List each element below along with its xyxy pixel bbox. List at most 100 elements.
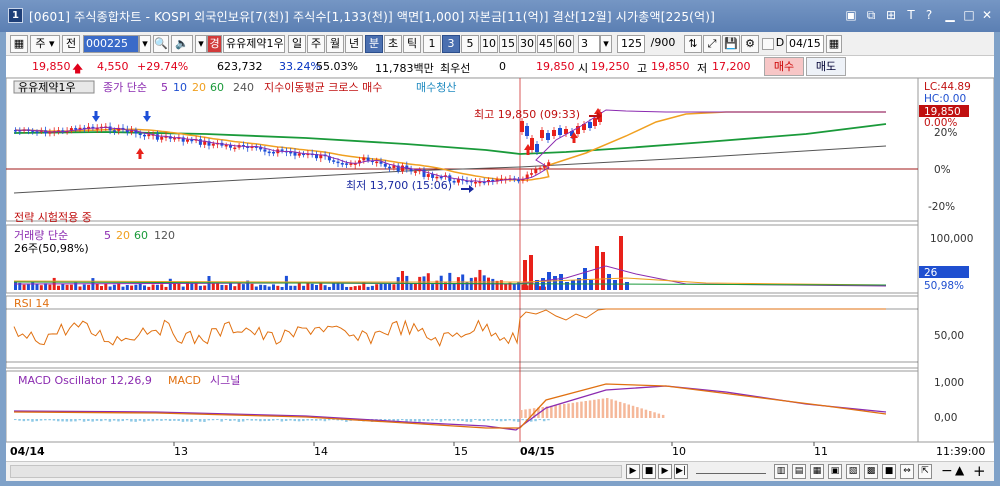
interval-dropdown-icon[interactable]: ▾ (600, 35, 612, 53)
layout-icon[interactable]: ▤ (792, 464, 806, 479)
compare-icon[interactable]: ▥ (774, 464, 788, 479)
period-day-button[interactable]: 일 (288, 35, 306, 53)
interval-button-45[interactable]: 45 (537, 35, 555, 53)
chart-type-icon[interactable]: ▦ (10, 35, 28, 53)
macd-oscillator-bar (138, 419, 142, 421)
x-label-0415: 04/15 (520, 445, 555, 458)
window-copy-icon[interactable]: ⧉ (863, 7, 879, 23)
period-year-button[interactable]: 년 (345, 35, 363, 53)
rsi-pane[interactable] (6, 295, 919, 369)
stock-code-input[interactable]: 000225 (83, 35, 139, 53)
speaker-dropdown-icon[interactable]: ▾ (195, 35, 207, 53)
chart-area[interactable]: 유유제약1우 종가 단순 5 10 20 60 240 지수이동평균 크로스 매… (6, 78, 994, 461)
save-icon[interactable]: 💾 (722, 35, 740, 53)
window-pin-icon[interactable]: ⊞ (883, 7, 899, 23)
candle-body (546, 133, 550, 140)
speaker-icon[interactable]: 🔈 (171, 35, 193, 53)
zoom-slider[interactable] (696, 468, 766, 474)
macd-oscillator-bar (452, 419, 456, 421)
play-icon[interactable]: ▶ (658, 464, 672, 479)
stop-icon[interactable]: ■ (642, 464, 656, 479)
window-icon[interactable]: ▣ (828, 464, 842, 479)
interval-button-3[interactable]: 3 (442, 35, 460, 53)
main-select[interactable]: 주 ▾ (30, 35, 60, 53)
interval-button-15[interactable]: 15 (499, 35, 517, 53)
candle-body (439, 176, 443, 179)
end-icon[interactable]: ▶| (674, 464, 688, 479)
macd-oscillator-bar (241, 419, 245, 422)
chart-tool-icon-2[interactable]: ⤢ (703, 35, 721, 53)
window-close-icon[interactable]: ✕ (979, 7, 995, 23)
window-text-icon[interactable]: T (903, 7, 919, 23)
interval-value-input[interactable]: 3 (578, 35, 600, 53)
volume-bar (353, 286, 357, 290)
volume-bar (190, 283, 194, 290)
macd-oscillator-bar (319, 419, 322, 421)
search-icon[interactable]: 🔍 (153, 35, 169, 53)
calendar-icon[interactable]: ▦ (826, 35, 842, 53)
settings-gear-icon[interactable]: ⚙ (741, 35, 759, 53)
price-pane[interactable] (6, 78, 919, 222)
stock-code-dropdown-icon[interactable]: ▾ (139, 35, 151, 53)
candle-body (349, 163, 353, 165)
volume-bar (293, 285, 297, 290)
interval-button-1[interactable]: 1 (423, 35, 441, 53)
volume-bar (100, 285, 103, 290)
split-icon[interactable]: ▧ (846, 464, 860, 479)
volume-bar (233, 286, 237, 290)
zoom-out-icon[interactable]: − (941, 463, 953, 479)
candle-body (74, 128, 78, 130)
chart-tool-icon-1[interactable]: ⇅ (684, 35, 702, 53)
volume-bar (130, 285, 134, 290)
candle-body (388, 166, 392, 169)
volume-bar (224, 285, 228, 290)
high-price: 19,850 (651, 60, 690, 73)
candle-body (336, 161, 340, 164)
macd-oscillator-bar (618, 401, 622, 418)
sell-button[interactable]: 매도 (806, 57, 846, 76)
macd-oscillator-bar (211, 419, 215, 421)
prev-button[interactable]: 전 (62, 35, 80, 53)
period-minute-button[interactable]: 분 (365, 35, 383, 53)
date-checkbox[interactable] (762, 38, 774, 50)
ma-period-5: 5 (161, 81, 168, 94)
expand-icon[interactable]: ⇱ (918, 464, 932, 479)
interval-button-10[interactable]: 10 (480, 35, 498, 53)
zoom-value-icon[interactable]: ▲ (955, 463, 964, 477)
window-link-icon[interactable]: ▣ (843, 7, 859, 23)
window-maximize-icon[interactable]: □ (961, 7, 977, 23)
interval-button-5[interactable]: 5 (461, 35, 479, 53)
macd-oscillator-bar (259, 419, 262, 422)
interval-button-30[interactable]: 30 (518, 35, 536, 53)
window-minimize-icon[interactable]: ▁ (942, 7, 958, 23)
date-input[interactable]: 04/15 (786, 35, 824, 53)
volume-bar (61, 283, 65, 290)
zoom-fit-icon[interactable]: ⇔ (900, 464, 914, 479)
interval-button-60[interactable]: 60 (556, 35, 574, 53)
volume-bar (289, 285, 293, 290)
volume-bar (306, 283, 310, 290)
macd-oscillator-bar (272, 419, 275, 421)
macd-oscillator-bar (478, 419, 481, 421)
period-second-button[interactable]: 초 (384, 35, 402, 53)
period-tick-button[interactable]: 틱 (403, 35, 421, 53)
macd-oscillator-bar (524, 409, 527, 418)
count-input[interactable]: 125 (617, 35, 645, 53)
grid-icon[interactable]: ▦ (810, 464, 824, 479)
period-week-button[interactable]: 주 (307, 35, 325, 53)
fill-icon[interactable]: ■ (882, 464, 896, 479)
macd-oscillator-bar (521, 419, 524, 421)
rsi-title: RSI 14 (14, 297, 49, 310)
window-help-icon[interactable]: ? (921, 7, 937, 23)
buy-button[interactable]: 매수 (764, 57, 804, 76)
horizontal-scrollbar[interactable] (10, 465, 622, 478)
macd-oscillator-bar (147, 419, 150, 421)
volume-bar (319, 282, 323, 290)
macd-oscillator-bar (121, 419, 124, 422)
scroll-right-icon[interactable]: ▶ (626, 464, 640, 479)
stock-chart[interactable]: 유유제약1우 종가 단순 5 10 20 60 240 지수이동평균 크로스 매… (6, 78, 994, 461)
tile-icon[interactable]: ▩ (864, 464, 878, 479)
zoom-in-icon[interactable]: + (973, 462, 986, 480)
macd-oscillator-bar (388, 419, 391, 421)
period-month-button[interactable]: 월 (326, 35, 344, 53)
